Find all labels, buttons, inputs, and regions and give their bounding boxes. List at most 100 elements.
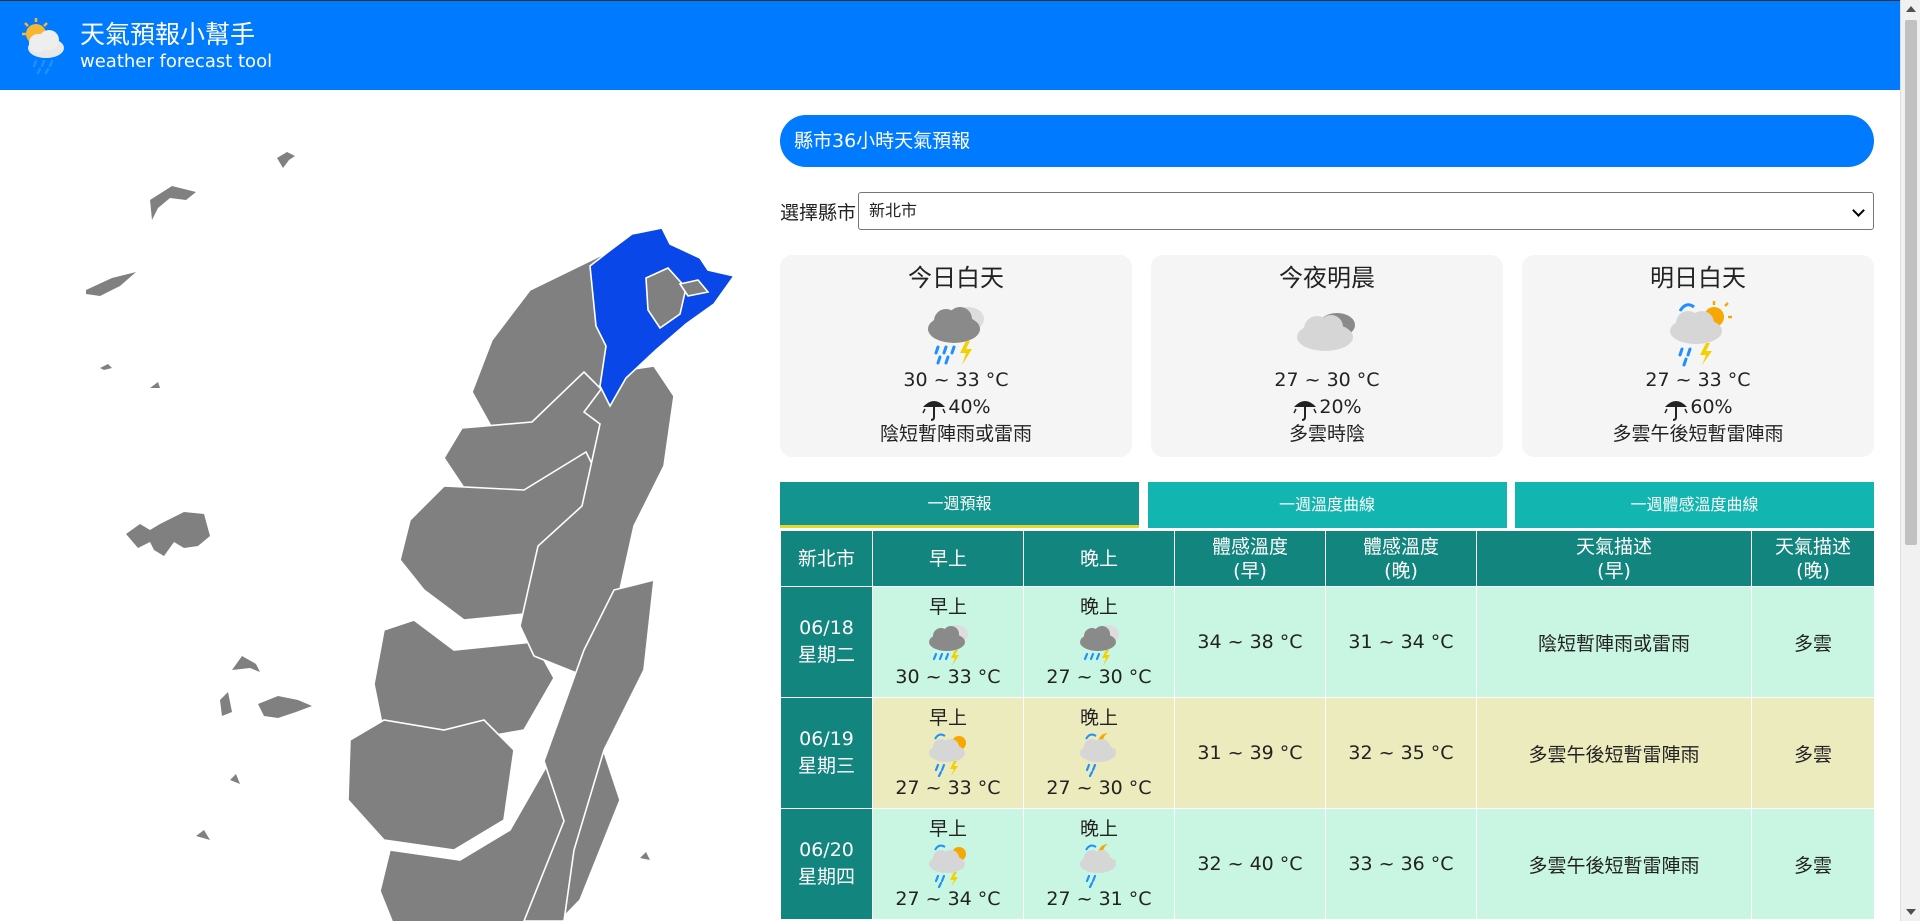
forecast-card-today: 今日白天 30 ~ 33 °C 40% 陰短暫陣雨或雷雨 bbox=[780, 255, 1132, 457]
card-desc: 陰短暫陣雨或雷雨 bbox=[879, 423, 1032, 445]
cell-temp: 27 ~ 33 °C bbox=[895, 777, 1001, 799]
table-row: 06/20 星期四 早上 27 ~ 34 °C 晚上 27 ~ 31 °C 32… bbox=[780, 808, 1875, 920]
tab-weekly-feels-like-curve[interactable]: 一週體感溫度曲線 bbox=[1515, 482, 1874, 528]
table-header-evening: 晚上 bbox=[1023, 530, 1175, 587]
table-header-desc-am: 天氣描述 (早) bbox=[1476, 530, 1752, 587]
map-island-matsu-north[interactable] bbox=[277, 152, 295, 168]
table-header-feel-am: 體感溫度 (早) bbox=[1174, 530, 1326, 587]
cell-label: 晚上 bbox=[1079, 707, 1118, 729]
cell-temp: 27 ~ 31 °C bbox=[1046, 888, 1152, 910]
card-rain: 20% bbox=[1151, 394, 1503, 421]
table-header-city: 新北市 bbox=[780, 530, 873, 587]
view-tabs: 一週預報 一週溫度曲線 一週體感溫度曲線 bbox=[780, 482, 1874, 528]
sun-rain-thunder-icon bbox=[929, 733, 966, 777]
app-header: 天氣預報小幫手 weather forecast tool bbox=[0, 0, 1900, 90]
map-island-matsu-south[interactable] bbox=[150, 186, 196, 220]
rain-thunder-icon bbox=[1080, 625, 1119, 666]
table-header-row: 新北市 早上 晚上 體感溫度 (早) 體感溫度 (晚) 天氣描述 (早) 天氣描述 (晚… bbox=[780, 530, 1875, 587]
row-date: 06/18 星期二 bbox=[780, 586, 873, 698]
rain-thunder-icon bbox=[928, 307, 984, 365]
row-desc-pm: 多雲 bbox=[1751, 697, 1875, 809]
weather-logo-icon bbox=[22, 17, 64, 74]
row-feel-am: 34 ~ 38 °C bbox=[1174, 586, 1326, 698]
forecast-cards: 今日白天 30 ~ 33 °C 40% 陰短暫陣雨或雷雨 今夜明晨 27 ~ 3… bbox=[780, 255, 1874, 457]
map-island-small[interactable] bbox=[150, 382, 160, 388]
table-header-feel-pm: 體感溫度 (晚) bbox=[1325, 530, 1477, 587]
city-select-label: 選擇縣市 bbox=[780, 201, 857, 224]
card-period: 今夜明晨 bbox=[1279, 264, 1375, 292]
card-rain-value: 60% bbox=[1690, 396, 1733, 418]
row-feel-pm: 32 ~ 35 °C bbox=[1325, 697, 1477, 809]
sun-rain-thunder-icon bbox=[929, 844, 966, 888]
row-evening: 晚上 27 ~ 30 °C bbox=[1023, 586, 1175, 698]
table-row: 06/18 星期二 早上 30 ~ 33 °C 晚上 27 ~ 30 °C 34… bbox=[780, 586, 1875, 698]
map-island-orchid[interactable] bbox=[640, 852, 650, 860]
umbrella-icon bbox=[1664, 400, 1689, 421]
map-island-penghu-3[interactable] bbox=[220, 692, 232, 716]
row-desc-am: 多雲午後短暫雷陣雨 bbox=[1476, 697, 1752, 809]
row-feel-am: 31 ~ 39 °C bbox=[1174, 697, 1326, 809]
row-desc-pm: 多雲 bbox=[1751, 808, 1875, 920]
cell-label: 晚上 bbox=[1079, 818, 1118, 840]
map-island-green[interactable] bbox=[230, 774, 240, 784]
card-rain-value: 20% bbox=[1319, 396, 1362, 418]
panel-title: 縣市36小時天氣預報 bbox=[780, 115, 1874, 167]
card-temp: 30 ~ 33 °C bbox=[903, 369, 1009, 391]
scroll-down-icon[interactable] bbox=[1906, 909, 1916, 915]
taiwan-map bbox=[86, 152, 736, 921]
row-feel-pm: 33 ~ 36 °C bbox=[1325, 808, 1477, 920]
cell-label: 早上 bbox=[928, 818, 967, 840]
card-rain-value: 40% bbox=[948, 396, 991, 418]
map-island-kinmen[interactable] bbox=[86, 272, 136, 296]
cell-label: 晚上 bbox=[1079, 596, 1118, 618]
chevron-down-icon bbox=[1852, 204, 1865, 217]
city-select[interactable]: 新北市 bbox=[858, 192, 1874, 230]
map-island-small-2[interactable] bbox=[196, 830, 210, 840]
map-island-penghu-2[interactable] bbox=[232, 656, 260, 672]
city-select-row: 選擇縣市 新北市 bbox=[780, 192, 1874, 230]
tab-weekly-forecast[interactable]: 一週預報 bbox=[780, 482, 1139, 528]
row-morning: 早上 27 ~ 34 °C bbox=[872, 808, 1024, 920]
card-temp: 27 ~ 33 °C bbox=[1645, 369, 1751, 391]
row-desc-am: 多雲午後短暫雷陣雨 bbox=[1476, 808, 1752, 920]
forecast-card-tonight: 今夜明晨 27 ~ 30 °C 20% 多雲時陰 bbox=[1151, 255, 1503, 457]
moon-rain-icon bbox=[1080, 844, 1116, 888]
card-period: 今日白天 bbox=[908, 264, 1004, 292]
table-header-desc-pm: 天氣描述 (晚) bbox=[1751, 530, 1875, 587]
scrollbar-thumb[interactable] bbox=[1905, 20, 1917, 545]
cloudy-icon bbox=[1297, 313, 1355, 351]
map-island-wuqiu[interactable] bbox=[100, 364, 112, 370]
row-evening: 晚上 27 ~ 31 °C bbox=[1023, 808, 1175, 920]
page-scrollbar[interactable] bbox=[1900, 0, 1920, 921]
cell-temp: 30 ~ 33 °C bbox=[895, 666, 1001, 688]
map-island-penghu-4[interactable] bbox=[258, 696, 312, 718]
card-period: 明日白天 bbox=[1650, 264, 1746, 292]
cell-label: 早上 bbox=[928, 596, 967, 618]
row-feel-am: 32 ~ 40 °C bbox=[1174, 808, 1326, 920]
row-morning: 早上 27 ~ 33 °C bbox=[872, 697, 1024, 809]
viewport: 天氣預報小幫手 weather forecast tool 縣市36小時天氣預報… bbox=[0, 0, 1920, 921]
map-county-tainan[interactable] bbox=[347, 719, 515, 851]
app-title: 天氣預報小幫手 bbox=[80, 19, 256, 49]
umbrella-icon bbox=[922, 400, 947, 421]
map-island-penghu[interactable] bbox=[126, 512, 210, 556]
card-rain: 40% bbox=[780, 394, 1132, 421]
forecast-card-tomorrow: 明日白天 27 ~ 33 °C 60% 多雲午後短暫雷陣雨 bbox=[1522, 255, 1874, 457]
sun-rain-thunder-icon bbox=[1670, 301, 1732, 367]
row-evening: 晚上 27 ~ 30 °C bbox=[1023, 697, 1175, 809]
umbrella-icon bbox=[1293, 400, 1318, 421]
scroll-up-icon[interactable] bbox=[1906, 6, 1916, 12]
app-subtitle: weather forecast tool bbox=[80, 50, 273, 72]
cell-temp: 27 ~ 34 °C bbox=[895, 888, 1001, 910]
table-row: 06/19 星期三 早上 27 ~ 33 °C 晚上 27 ~ 30 °C 31… bbox=[780, 697, 1875, 809]
row-desc-am: 陰短暫陣雨或雷雨 bbox=[1476, 586, 1752, 698]
tab-weekly-temperature-curve[interactable]: 一週溫度曲線 bbox=[1147, 482, 1507, 528]
brand: 天氣預報小幫手 weather forecast tool bbox=[80, 19, 272, 73]
cell-temp: 27 ~ 30 °C bbox=[1046, 666, 1152, 688]
card-temp: 27 ~ 30 °C bbox=[1274, 369, 1380, 391]
card-rain: 60% bbox=[1522, 394, 1874, 421]
rain-thunder-icon bbox=[929, 625, 968, 666]
row-morning: 早上 30 ~ 33 °C bbox=[872, 586, 1024, 698]
row-desc-pm: 多雲 bbox=[1751, 586, 1875, 698]
cell-temp: 27 ~ 30 °C bbox=[1046, 777, 1152, 799]
